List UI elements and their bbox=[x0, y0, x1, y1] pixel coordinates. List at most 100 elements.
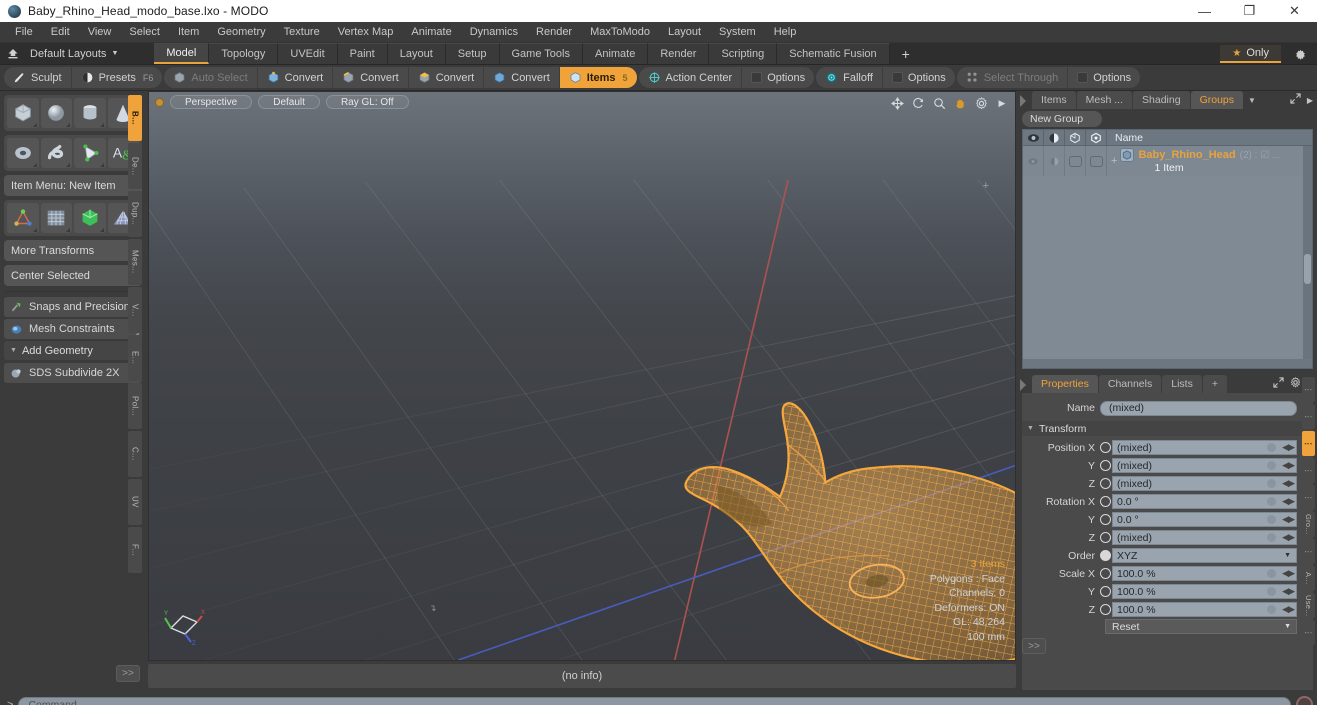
property-value-field[interactable]: 100.0 % ◀▶ bbox=[1112, 584, 1297, 599]
tool-button-cube-green-icon[interactable] bbox=[74, 203, 106, 233]
new-group-button[interactable]: New Group bbox=[1022, 111, 1102, 127]
layout-tab-render[interactable]: Render bbox=[648, 43, 710, 64]
menu-item-select[interactable]: Select bbox=[120, 22, 169, 43]
toolbar-presets-button[interactable]: Presets F6 bbox=[72, 67, 163, 88]
property-spinner-icon[interactable]: ◀▶ bbox=[1282, 532, 1295, 543]
property-value-field[interactable]: (mixed) ◀▶ bbox=[1112, 530, 1297, 545]
toolbar-convert-button[interactable]: Convert bbox=[409, 67, 485, 88]
property-value-field[interactable]: 0.0 ° ◀▶ bbox=[1112, 512, 1297, 527]
property-radio[interactable] bbox=[1100, 442, 1111, 453]
tab-items[interactable]: Items bbox=[1032, 91, 1076, 109]
name-field[interactable]: (mixed) bbox=[1100, 400, 1297, 416]
property-value-field[interactable]: (mixed) ◀▶ bbox=[1112, 440, 1297, 455]
right-vertical-tab-3[interactable]: ⋮ bbox=[1302, 458, 1315, 483]
add-layout-tab-button[interactable]: + bbox=[890, 43, 922, 64]
render-icon[interactable] bbox=[1065, 130, 1086, 145]
tab-channels[interactable]: Channels bbox=[1098, 375, 1162, 393]
tree-scrollbar[interactable] bbox=[1303, 146, 1312, 359]
properties-more-button[interactable]: >> bbox=[1022, 638, 1046, 654]
chevron-right-icon[interactable]: ▶ bbox=[1307, 96, 1313, 105]
rotate-icon[interactable] bbox=[911, 96, 925, 110]
axis-gizmo-icon[interactable]: Y X Z bbox=[161, 600, 207, 647]
tab-[interactable]: + bbox=[1202, 375, 1227, 393]
minimize-button[interactable]: — bbox=[1182, 0, 1227, 22]
record-icon[interactable] bbox=[1296, 696, 1313, 705]
right-vertical-tab-6[interactable]: ⋮ bbox=[1302, 539, 1315, 564]
menu-item-edit[interactable]: Edit bbox=[42, 22, 79, 43]
move-icon[interactable] bbox=[890, 96, 904, 110]
property-radio[interactable] bbox=[1100, 460, 1111, 471]
group-item-tree[interactable]: Name + Baby_Rhino_Head (2): ☑ ... 1 Ite… bbox=[1022, 129, 1313, 369]
default-layouts-dropdown[interactable]: Default Layouts ▼ bbox=[26, 43, 126, 64]
property-value-field[interactable]: 100.0 % ◀▶ bbox=[1112, 566, 1297, 581]
property-value-field[interactable]: 0.0 ° ◀▶ bbox=[1112, 494, 1297, 509]
toolbar-options-button[interactable]: Options bbox=[883, 67, 955, 88]
panel-corner-icon[interactable] bbox=[1020, 379, 1026, 391]
expand-icon[interactable] bbox=[1273, 377, 1284, 391]
item-menu-dropdown[interactable]: Item Menu: New Item ▼ bbox=[4, 175, 142, 196]
right-vertical-tab-2[interactable]: ⋮ bbox=[1302, 431, 1315, 456]
primitive-button-torus-icon[interactable] bbox=[7, 138, 39, 168]
only-toggle-button[interactable]: ★ Only bbox=[1220, 45, 1281, 63]
left-vertical-tab-6[interactable]: Pol... bbox=[128, 383, 142, 429]
transform-section-header[interactable]: ▼ Transform bbox=[1022, 421, 1313, 436]
right-vertical-tab-8[interactable]: Use... bbox=[1302, 593, 1315, 618]
toolbar-convert-button[interactable]: Convert bbox=[258, 67, 334, 88]
toolbar-items-button[interactable]: Items 5 bbox=[559, 67, 637, 88]
checkbox-icon[interactable] bbox=[751, 72, 763, 83]
toolbar-falloff-button[interactable]: Falloff bbox=[816, 67, 883, 88]
property-radio[interactable] bbox=[1100, 478, 1111, 489]
layout-tab-layout[interactable]: Layout bbox=[387, 43, 446, 64]
tab-properties[interactable]: Properties bbox=[1032, 375, 1098, 393]
menu-item-texture[interactable]: Texture bbox=[275, 22, 329, 43]
property-value-field[interactable]: 100.0 % ◀▶ bbox=[1112, 602, 1297, 617]
tab-groups[interactable]: Groups bbox=[1190, 91, 1244, 109]
layout-tab-game-tools[interactable]: Game Tools bbox=[499, 43, 583, 64]
property-radio[interactable] bbox=[1100, 586, 1111, 597]
zoom-icon[interactable] bbox=[932, 96, 946, 110]
toolbar-options-button[interactable]: Options bbox=[742, 67, 814, 88]
tab-lists[interactable]: Lists bbox=[1162, 375, 1202, 393]
command-input[interactable]: Command bbox=[18, 696, 1291, 705]
expand-toggle-icon[interactable]: + bbox=[1111, 155, 1117, 167]
menu-item-render[interactable]: Render bbox=[527, 22, 581, 43]
expand-icon[interactable] bbox=[1290, 93, 1301, 107]
layout-tab-model[interactable]: Model bbox=[154, 43, 210, 64]
left-vertical-tab-2[interactable]: Dup... bbox=[128, 191, 142, 237]
layout-tab-animate[interactable]: Animate bbox=[583, 43, 649, 64]
home-icon[interactable] bbox=[0, 43, 26, 64]
right-vertical-tab-0[interactable]: ⋮ bbox=[1302, 377, 1315, 402]
checkbox-icon[interactable] bbox=[891, 72, 903, 83]
viewport-raygl-button[interactable]: Ray GL: Off bbox=[325, 95, 409, 109]
toolbar-action-center-button[interactable]: Action Center bbox=[639, 67, 743, 88]
left-vertical-tab-9[interactable]: F... bbox=[128, 527, 142, 573]
chevron-down-icon[interactable]: ▼ bbox=[1244, 91, 1260, 109]
viewport-menu-dot-icon[interactable] bbox=[155, 97, 164, 107]
row-shade-toggle[interactable] bbox=[1044, 146, 1065, 176]
shade-icon[interactable] bbox=[1044, 130, 1065, 145]
primitive-button-cylinder-icon[interactable] bbox=[74, 98, 106, 128]
sds-subdivide-button[interactable]: SDS Subdivide 2X bbox=[4, 363, 142, 383]
property-spinner-icon[interactable]: ◀▶ bbox=[1282, 568, 1295, 579]
layout-tab-schematic-fusion[interactable]: Schematic Fusion bbox=[777, 43, 890, 64]
row-render-toggle[interactable] bbox=[1065, 146, 1086, 176]
property-spinner-icon[interactable]: ◀▶ bbox=[1282, 460, 1295, 471]
layout-tab-topology[interactable]: Topology bbox=[209, 43, 279, 64]
property-radio[interactable] bbox=[1100, 496, 1111, 507]
add-geometry-section[interactable]: ▼ Add Geometry bbox=[4, 341, 142, 360]
pan-hand-icon[interactable] bbox=[953, 96, 967, 110]
left-panel-more-button[interactable]: >> bbox=[116, 665, 140, 682]
toolbar-options-button[interactable]: Options bbox=[1068, 67, 1140, 88]
toolbar-convert-button[interactable]: Convert bbox=[333, 67, 409, 88]
tool-button-grid-icon[interactable] bbox=[40, 203, 72, 233]
layout-tab-scripting[interactable]: Scripting bbox=[709, 43, 778, 64]
menu-item-help[interactable]: Help bbox=[765, 22, 806, 43]
tool-button-transform-gizmo-icon[interactable] bbox=[7, 203, 39, 233]
property-radio[interactable] bbox=[1100, 532, 1111, 543]
reset-dropdown[interactable]: Reset ▼ bbox=[1105, 619, 1297, 634]
left-vertical-tab-4[interactable]: V... bbox=[128, 287, 142, 333]
property-radio[interactable] bbox=[1100, 514, 1111, 525]
chevron-right-icon[interactable]: ▶ bbox=[995, 96, 1009, 110]
menu-item-view[interactable]: View bbox=[79, 22, 121, 43]
checkbox-icon[interactable] bbox=[1077, 72, 1089, 83]
